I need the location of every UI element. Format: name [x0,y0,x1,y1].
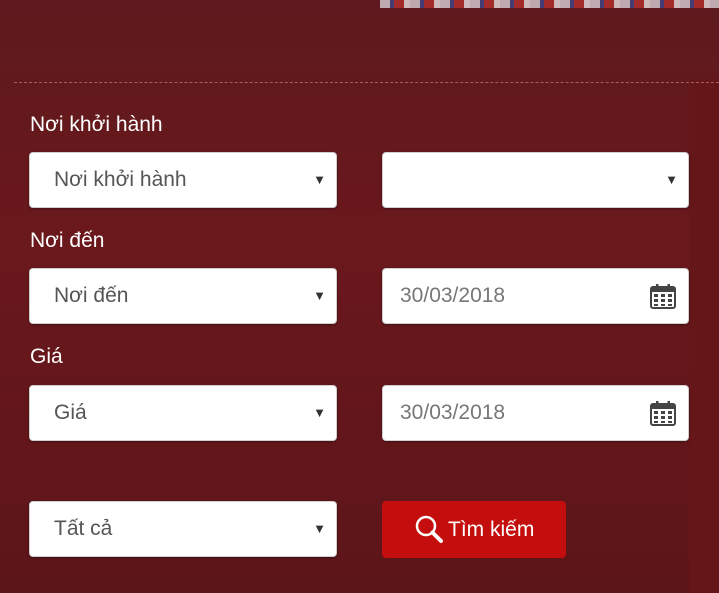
departure-date-value: 30/03/2018 [400,284,506,307]
chevron-down-icon: ▼ [313,521,326,536]
calendar-icon[interactable] [650,283,676,309]
search-button-label: Tìm kiếm [448,518,535,541]
chevron-down-icon: ▼ [313,405,326,420]
category-select-value: Tất cả [54,517,113,540]
calendar-icon[interactable] [650,400,676,426]
destination-select[interactable]: Nơi đến ▼ [29,268,337,324]
departure-select-value: Nơi khởi hành [54,168,187,191]
background-image-strip [380,0,719,8]
destination-select-value: Nơi đến [54,284,129,307]
search-button[interactable]: Tìm kiếm [382,501,566,558]
return-date-value: 30/03/2018 [400,401,506,424]
search-icon [415,515,443,543]
return-date-input[interactable]: 30/03/2018 [382,385,689,441]
price-label: Giá [30,345,63,368]
chevron-down-icon: ▼ [313,288,326,303]
departure-secondary-select[interactable]: ▼ [382,152,689,208]
destination-label: Nơi đến [30,229,105,252]
chevron-down-icon: ▼ [313,172,326,187]
category-select[interactable]: Tất cả ▼ [29,501,337,557]
price-select[interactable]: Giá ▼ [29,385,337,441]
price-select-value: Giá [54,401,87,424]
dashed-divider [14,82,719,83]
search-form-panel: Nơi khởi hành Nơi khởi hành ▼ ▼ Nơi đến … [0,0,719,593]
departure-select[interactable]: Nơi khởi hành ▼ [29,152,337,208]
departure-date-input[interactable]: 30/03/2018 [382,268,689,324]
departure-label: Nơi khởi hành [30,113,163,136]
background-image-edge [689,80,719,593]
chevron-down-icon: ▼ [665,172,678,187]
